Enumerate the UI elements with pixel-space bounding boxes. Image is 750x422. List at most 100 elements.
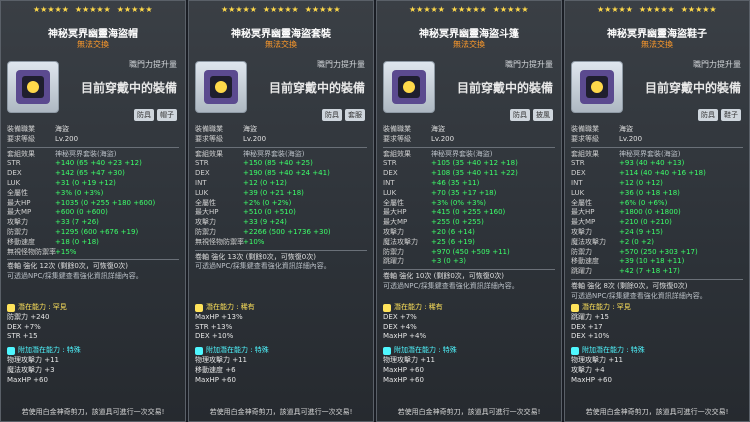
stat-name: 全屬性	[7, 188, 28, 197]
potential-line: 跳躍力 +15	[571, 312, 609, 321]
bonus-potential-lines: 物理攻擊力 +11 移動速度 +6 MaxHP +60	[195, 356, 367, 385]
stat-value: +2 (0 +2)	[619, 237, 655, 246]
trade-status: 無法交換	[265, 40, 297, 49]
stat-name: 最大MP	[383, 218, 408, 227]
potential-badge-icon	[571, 303, 579, 312]
item-tag: 防具	[698, 109, 718, 121]
bonus-potential-title: 附加潛在能力 : 特殊	[394, 346, 457, 355]
item-tooltip-panel-1: ★★★★★ ★★★★★ ★★★★★ 神秘冥界幽靈海盜帽 無法交換 職門力提升量 …	[0, 0, 186, 422]
stat-row: INT +46 (35 +11)	[383, 179, 555, 189]
star-group: ★★★★★	[492, 5, 529, 14]
stat-name: 最大MP	[571, 218, 596, 227]
stat-row: 最大MP +600 (0 +600)	[7, 208, 179, 218]
stat-value: +108 (35 +40 +11 +22)	[431, 169, 518, 178]
stat-row: DEX +114 (40 +40 +16 +18)	[571, 169, 743, 179]
scroll-info: 卷軸 強化 10次 (剩餘0次，可恢復0次)	[383, 272, 504, 281]
item-tag: 鞋子	[721, 109, 741, 121]
item-info: 裝備職業 海盜 要求等級 Lv.200 套組效果 神秘冥界套裝(海盜) STR +105…	[383, 125, 555, 292]
item-title: 神秘冥界幽靈海盜帽	[48, 29, 138, 40]
power-increase-label: 職門力提升量	[317, 60, 365, 69]
item-title: 神秘冥界幽靈海盜套裝	[231, 29, 331, 40]
stat-name: DEX	[571, 169, 586, 178]
star-force-stars: ★★★★★ ★★★★★ ★★★★★	[221, 5, 341, 14]
item-tag: 防具	[134, 109, 154, 121]
stat-row: 全屬性 +3% (0% +3%)	[383, 199, 555, 209]
stat-name: LUK	[571, 188, 585, 197]
stat-value: +93 (40 +40 +13)	[619, 159, 685, 168]
job-value: 海盜	[619, 125, 633, 133]
set-effect-value: 神秘冥界套裝(海盜)	[431, 149, 493, 158]
stat-name: 跳躍力	[383, 257, 404, 266]
stat-name: INT	[571, 178, 583, 187]
star-force-stars: ★★★★★ ★★★★★ ★★★★★	[597, 5, 717, 14]
stat-row: STR +140 (65 +40 +23 +12)	[7, 159, 179, 169]
req-level-label: 要求等級	[195, 134, 223, 143]
bonus-potential-title: 附加潛在能力 : 特殊	[582, 346, 645, 355]
bonus-potential-line: MaxHP +60	[195, 375, 236, 384]
item-tags: 防具 套服	[322, 109, 365, 121]
footer-note: 若使用白金神奇剪刀，該道具可進行一次交易!	[209, 408, 353, 416]
stat-row: 無視怪物防禦率 +15%	[7, 248, 179, 258]
bonus-potential-line: 物理攻擊力 +11	[571, 355, 623, 364]
stat-row: 魔法攻擊力 +2 (0 +2)	[571, 238, 743, 248]
star-group: ★★★★★	[680, 5, 717, 14]
stat-row: 攻擊力 +20 (6 +14)	[383, 228, 555, 238]
star-group: ★★★★★	[597, 5, 633, 14]
equipped-label: 目前穿戴中的裝備	[268, 81, 365, 95]
stat-name: 移動速度	[7, 237, 35, 246]
equipped-label: 目前穿戴中的裝備	[644, 81, 741, 95]
req-level-value: Lv.200	[243, 134, 267, 143]
stat-name: 防禦力	[7, 227, 28, 236]
stat-name: 魔法攻擊力	[571, 237, 606, 246]
stat-value: +255 (0 +255)	[431, 218, 484, 227]
potential-section: 潛在能力 : 稀有 DEX +7% DEX +4% MaxHP +4% 附加潛在能力…	[383, 303, 555, 385]
item-icon	[7, 61, 59, 113]
potential-title: 潛在能力 : 稀有	[394, 303, 443, 311]
scroll-note: 可透過NPC/採集鍵查看強化資訊詳細內容。	[7, 272, 143, 281]
stat-value: +39 (0 +21 +18)	[243, 188, 304, 197]
scroll-info: 卷軸 強化 13次 (剩餘0次，可恢復0次)	[195, 252, 316, 261]
stat-row: LUK +39 (0 +21 +18)	[195, 189, 367, 199]
stat-row: 最大HP +510 (0 +510)	[195, 208, 367, 218]
scroll-note: 可透過NPC/採集鍵查看強化資訊詳細內容。	[383, 281, 519, 290]
star-group: ★★★★★	[450, 5, 487, 14]
divider	[571, 278, 743, 280]
stat-name: STR	[7, 159, 21, 168]
bonus-potential-badge-icon	[571, 347, 579, 356]
bonus-potential-line: 移動速度 +6	[195, 365, 236, 374]
star-group: ★★★★★	[116, 5, 153, 14]
stat-name: 全屬性	[195, 198, 216, 207]
set-effect-label: 套組效果	[195, 149, 223, 158]
stat-name: 最大HP	[7, 198, 31, 207]
set-effect-value: 神秘冥界套裝(海盜)	[619, 149, 681, 158]
stat-row: 防禦力 +1295 (600 +676 +19)	[7, 228, 179, 238]
stat-row: 攻擊力 +33 (9 +24)	[195, 218, 367, 228]
stat-row: DEX +190 (85 +40 +24 +41)	[195, 169, 367, 179]
stat-value: +210 (0 +210)	[619, 218, 672, 227]
stat-value: +36 (0 +18 +18)	[619, 188, 680, 197]
stat-value: +2266 (500 +1736 +30)	[243, 227, 331, 236]
stat-value: +10%	[243, 237, 265, 246]
potential-lines: MaxHP +13% STR +13% DEX +10%	[195, 313, 367, 342]
stat-name: STR	[571, 159, 585, 168]
bonus-potential-line: 物理攻擊力 +11	[7, 355, 59, 364]
stat-value: +105 (35 +40 +12 +18)	[431, 159, 518, 168]
stat-value: +190 (85 +40 +24 +41)	[243, 169, 330, 178]
potential-badge-icon	[7, 303, 15, 312]
item-icon	[383, 61, 435, 113]
job-label: 裝備職業	[7, 125, 35, 133]
item-icon	[195, 61, 247, 113]
potential-line: DEX +10%	[195, 332, 234, 341]
req-level-label: 要求等級	[383, 134, 411, 143]
scroll-note: 可透過NPC/採集鍵查看強化資訊詳細內容。	[571, 291, 707, 300]
stat-name: 最大MP	[7, 208, 32, 217]
stat-name: 無視怪物防禦率	[195, 237, 244, 246]
trade-status: 無法交換	[453, 40, 485, 49]
stat-name: 全屬性	[571, 198, 592, 207]
star-group: ★★★★★	[74, 5, 111, 14]
item-tag: 防具	[510, 109, 530, 121]
stat-value: +510 (0 +510)	[243, 208, 296, 217]
job-label: 裝備職業	[383, 125, 411, 133]
potential-line: DEX +7%	[383, 312, 417, 321]
set-effect-label: 套組效果	[383, 149, 411, 158]
